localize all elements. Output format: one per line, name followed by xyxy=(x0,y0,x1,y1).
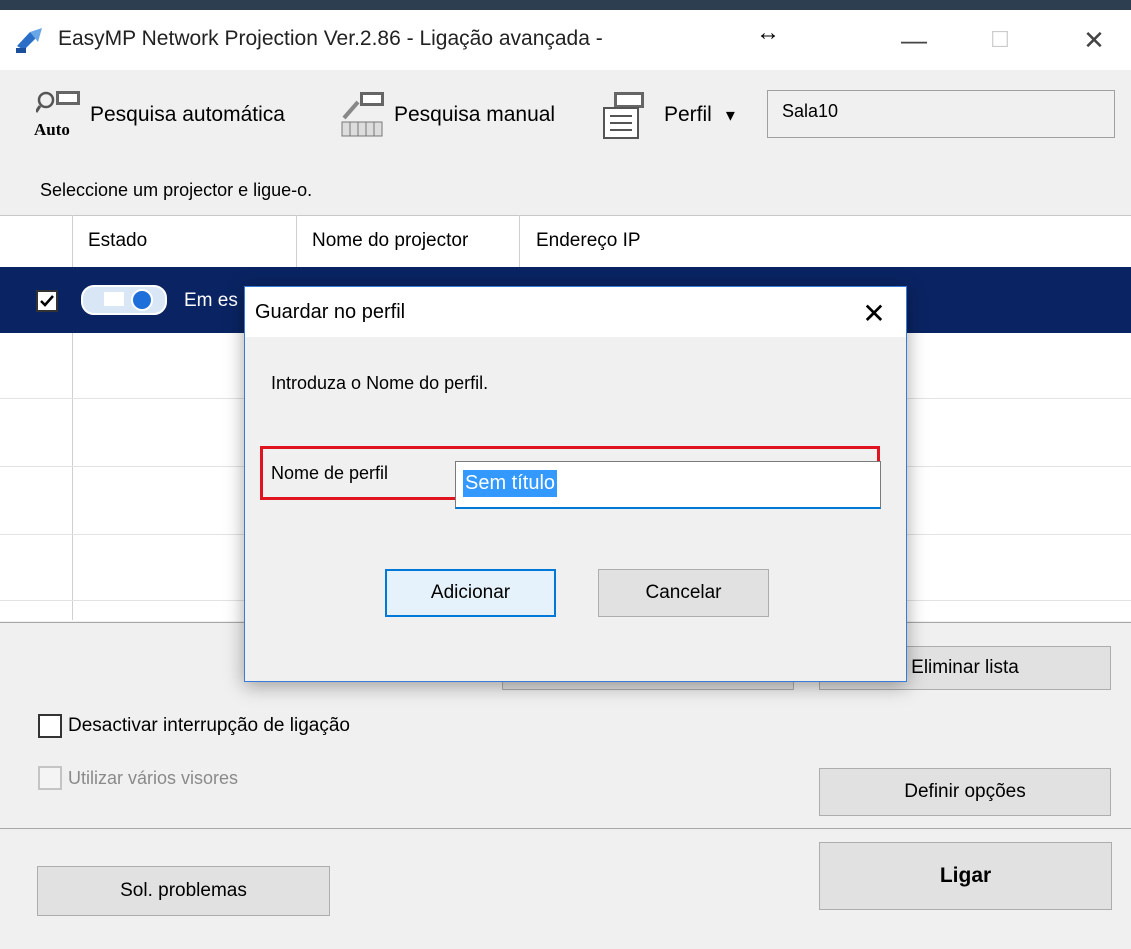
dialog-title: Guardar no perfil xyxy=(255,301,406,323)
checkmark-icon xyxy=(40,295,54,307)
troubleshoot-label: Sol. problemas xyxy=(120,880,247,901)
auto-badge: Auto xyxy=(34,120,70,139)
maximize-button[interactable]: ☐ xyxy=(970,14,1030,66)
save-profile-dialog: Guardar no perfil ✕ Introduza o Nome do … xyxy=(244,286,907,682)
auto-search-button[interactable]: Auto Pesquisa automática xyxy=(34,88,285,142)
auto-search-label: Pesquisa automática xyxy=(90,103,285,126)
disable-interrupt-checkbox[interactable] xyxy=(38,714,62,738)
window-title: EasyMP Network Projection Ver.2.86 - Lig… xyxy=(58,27,603,50)
profile-button[interactable]: Perfil ▾ xyxy=(600,88,735,142)
disable-interrupt-option[interactable]: Desactivar interrupção de ligação xyxy=(38,714,350,738)
dialog-prompt: Introduza o Nome do perfil. xyxy=(271,373,489,393)
profile-name-label: Nome de perfil xyxy=(271,463,389,483)
multi-display-checkbox[interactable] xyxy=(38,766,62,790)
connect-label: Ligar xyxy=(939,864,992,887)
profile-icon xyxy=(603,92,644,139)
profile-label: Perfil xyxy=(664,103,712,126)
set-options-label: Definir opções xyxy=(904,781,1026,802)
profile-select[interactable]: Sala10 xyxy=(767,90,1115,138)
resize-arrow-icon: ↔ xyxy=(756,19,780,46)
column-header-ip[interactable]: Endereço IP xyxy=(536,215,641,267)
projector-icon xyxy=(81,285,167,315)
manual-search-icon xyxy=(341,92,384,137)
delete-list-label: Eliminar lista xyxy=(911,657,1019,678)
minimize-button[interactable]: — xyxy=(884,14,944,66)
cancel-button[interactable]: Cancelar xyxy=(598,569,769,617)
column-divider xyxy=(296,215,297,267)
background-strip xyxy=(0,0,1131,10)
profile-name-value: Sem título xyxy=(463,470,558,497)
multi-display-option[interactable]: Utilizar vários visores xyxy=(38,766,238,790)
multi-display-label: Utilizar vários visores xyxy=(68,767,239,788)
profile-dropdown-icon[interactable]: ▾ xyxy=(726,105,735,126)
column-divider xyxy=(519,215,520,267)
column-header-name[interactable]: Nome do projector xyxy=(312,215,468,267)
connect-button[interactable]: Ligar xyxy=(819,842,1112,910)
add-label: Adicionar xyxy=(430,582,511,603)
disable-interrupt-label: Desactivar interrupção de ligação xyxy=(68,715,350,736)
manual-search-label: Pesquisa manual xyxy=(394,103,556,126)
row-checkbox[interactable] xyxy=(36,290,58,312)
auto-search-icon: Auto xyxy=(34,88,84,142)
profile-name-input[interactable]: Sem título xyxy=(455,461,881,509)
add-button[interactable]: Adicionar xyxy=(385,569,556,617)
dialog-close-button[interactable]: ✕ xyxy=(849,293,899,333)
manual-search-button[interactable]: Pesquisa manual xyxy=(338,88,555,142)
instruction-text: Seleccione um projector e ligue-o. xyxy=(40,180,313,200)
separator xyxy=(0,828,1131,829)
app-icon xyxy=(16,28,42,53)
column-header-status[interactable]: Estado xyxy=(88,215,147,267)
row-status-text: Em es xyxy=(184,290,238,311)
set-options-button[interactable]: Definir opções xyxy=(819,768,1111,816)
troubleshoot-button[interactable]: Sol. problemas xyxy=(37,866,330,916)
window-close-button[interactable]: ✕ xyxy=(1064,14,1124,66)
cancel-label: Cancelar xyxy=(645,582,722,603)
profile-value: Sala10 xyxy=(782,101,839,121)
